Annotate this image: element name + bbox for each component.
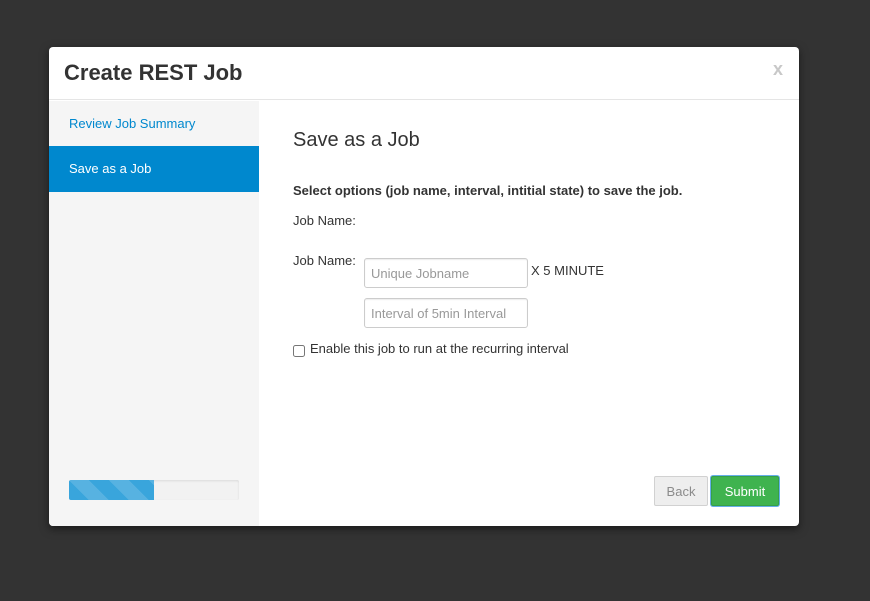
- sidebar-item-review-job-summary[interactable]: Review Job Summary: [49, 101, 259, 147]
- wizard-progress: [69, 480, 239, 500]
- close-button[interactable]: x: [773, 59, 783, 80]
- submit-button[interactable]: Submit: [711, 476, 779, 506]
- sidebar-item-save-as-job[interactable]: Save as a Job: [49, 146, 259, 192]
- modal-title: Create REST Job: [64, 60, 243, 85]
- job-name-input[interactable]: [364, 258, 528, 288]
- instructions-text: Select options (job name, interval, inti…: [293, 183, 683, 198]
- back-button[interactable]: Back: [654, 476, 708, 506]
- modal-header: Create REST Job x: [49, 47, 799, 100]
- create-rest-job-dialog: Create REST Job x Review Job Summary Sav…: [49, 47, 799, 526]
- enable-job-checkbox[interactable]: [293, 345, 305, 357]
- wizard-progress-bar: [69, 480, 154, 500]
- interval-unit-suffix: X 5 MINUTE: [531, 263, 604, 278]
- wizard-sidebar: Review Job Summary Save as a Job: [49, 101, 259, 526]
- wizard-content: Save as a Job Select options (job name, …: [259, 101, 799, 526]
- job-name-label: Job Name:: [293, 213, 356, 228]
- enable-job-checkbox-label[interactable]: Enable this job to run at the recurring …: [310, 341, 569, 356]
- interval-label: Job Name:: [293, 253, 356, 268]
- step-title: Save as a Job: [293, 129, 420, 151]
- interval-input[interactable]: [364, 298, 528, 328]
